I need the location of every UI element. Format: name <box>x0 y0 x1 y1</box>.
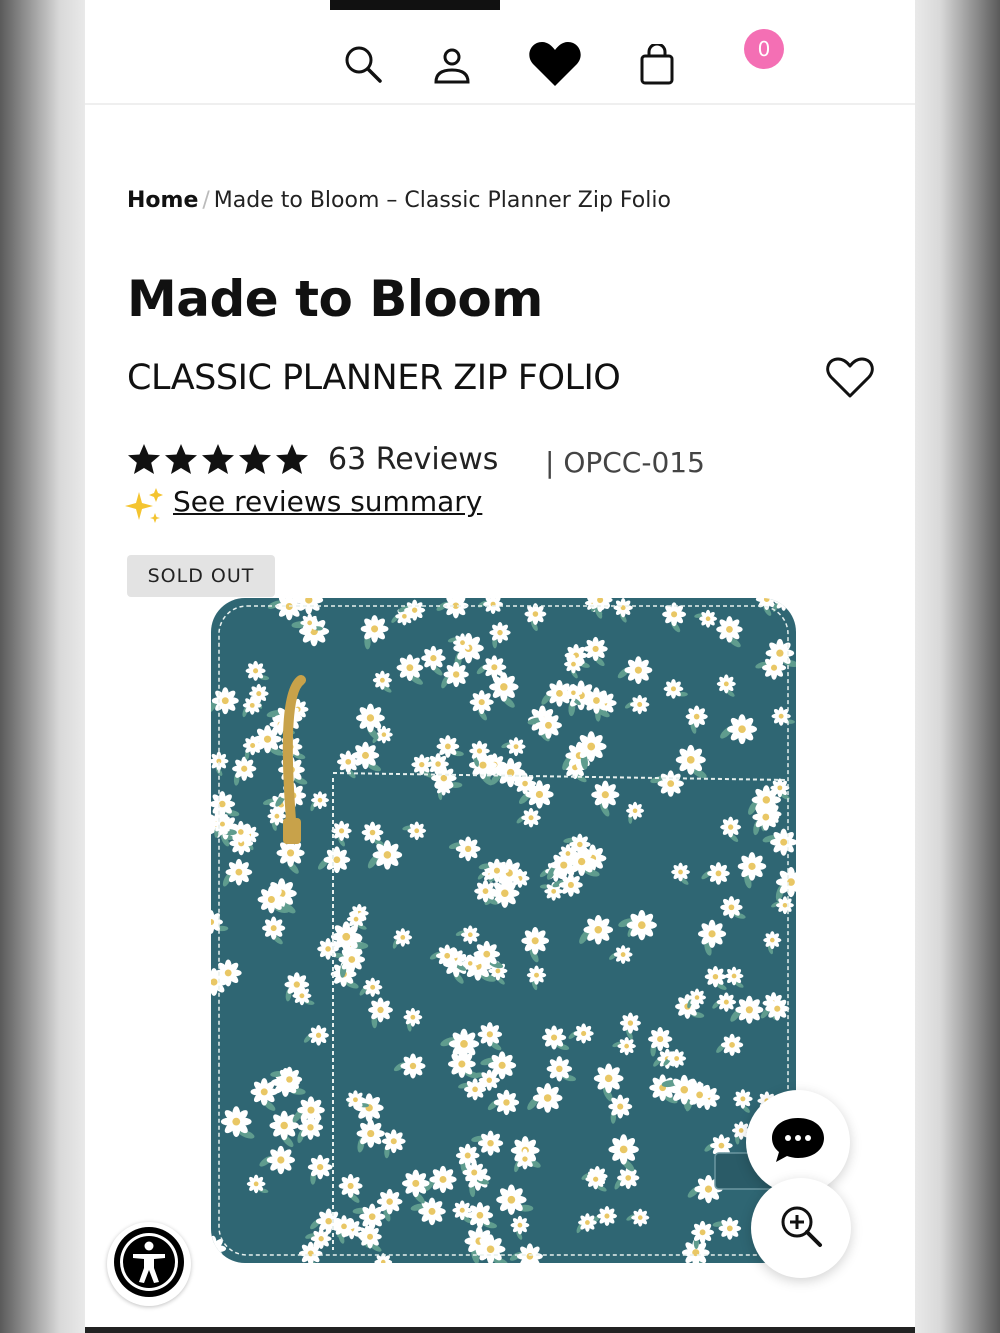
product-title: Made to Bloom <box>127 270 543 328</box>
zoom-button[interactable] <box>751 1178 851 1278</box>
add-to-wishlist-heart-icon[interactable] <box>825 356 875 404</box>
cart-count-badge: 0 <box>744 29 784 69</box>
sparkle-icon <box>125 486 165 530</box>
star-icon <box>276 444 308 474</box>
accessibility-icon <box>111 1224 187 1304</box>
cart-icon[interactable] <box>639 42 675 90</box>
star-icon <box>202 444 234 474</box>
breadcrumb-separator: / <box>202 188 210 213</box>
search-icon[interactable] <box>343 44 383 88</box>
bottom-edge <box>85 1327 915 1333</box>
accessibility-button[interactable] <box>107 1222 191 1306</box>
product-sku: | OPCC-015 <box>545 446 705 479</box>
product-image[interactable] <box>203 590 803 1274</box>
star-icon <box>165 444 197 474</box>
header-divider <box>85 103 915 105</box>
reviews-count-link[interactable]: 63 Reviews <box>328 442 498 477</box>
rating-stars[interactable] <box>127 443 309 475</box>
top-bar-fragment <box>330 0 500 10</box>
breadcrumb: Home / Made to Bloom – Classic Planner Zip… <box>127 188 671 213</box>
product-subtitle: CLASSIC PLANNER ZIP FOLIO <box>127 358 621 398</box>
zoom-in-icon <box>779 1204 823 1252</box>
breadcrumb-home-link[interactable]: Home <box>127 188 198 213</box>
header-toolbar <box>85 36 915 96</box>
star-icon <box>239 444 271 474</box>
account-icon[interactable] <box>432 46 472 90</box>
breadcrumb-current: Made to Bloom – Classic Planner Zip Foli… <box>213 188 671 213</box>
see-reviews-summary-link[interactable]: See reviews summary <box>173 485 482 518</box>
chat-bubble-icon <box>770 1115 826 1169</box>
wishlist-heart-icon[interactable] <box>528 40 582 92</box>
star-icon <box>128 444 160 474</box>
product-page: 0 Home / Made to Bloom – Classic Planner Z… <box>85 0 915 1333</box>
